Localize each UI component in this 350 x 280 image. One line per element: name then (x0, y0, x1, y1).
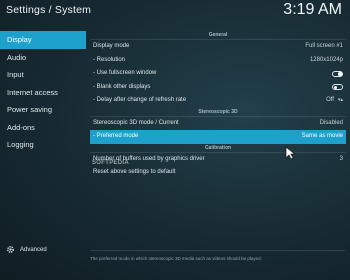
setting-preferred-mode[interactable]: - Preferred mode Same as movie (90, 130, 346, 144)
setting-label: - Blank other displays (93, 83, 151, 90)
help-text: The preferred mode in which stereoscopic… (90, 250, 346, 261)
setting-label: Reset above settings to default (93, 169, 176, 175)
sidebar-item-display[interactable]: Display (0, 31, 86, 49)
section-header-stereoscopic: Stereoscopic 3D (90, 108, 346, 117)
sidebar-item-audio[interactable]: Audio (0, 49, 86, 67)
mouse-cursor-icon (285, 146, 297, 160)
setting-refresh-delay[interactable]: - Delay after change of refresh rate Off… (90, 94, 346, 108)
setting-label: Display mode (93, 43, 130, 49)
setting-label: - Use fullscreen window (93, 70, 157, 76)
setting-blank-displays[interactable]: - Blank other displays (90, 81, 346, 95)
setting-label: Stereoscopic 3D mode / Current (93, 119, 179, 126)
settings-list: General Display mode Full screen #1 - Re… (90, 31, 346, 180)
spinner-arrows-icon[interactable]: ▾▴ (338, 94, 343, 108)
setting-display-mode[interactable]: Display mode Full screen #1 (90, 40, 346, 54)
sidebar-item-internet-access[interactable]: Internet access (0, 84, 86, 102)
page-title: Settings / System (6, 4, 92, 16)
section-header-calibration: Calibration (90, 144, 346, 153)
gear-icon (7, 246, 14, 253)
setting-value: Off (326, 97, 334, 103)
advanced-label: Advanced (20, 246, 47, 253)
setting-label: - Resolution (93, 56, 126, 63)
setting-resolution[interactable]: - Resolution 1280x1024p (90, 54, 346, 68)
setting-label: - Delay after change of refresh rate (93, 97, 187, 103)
toggle-switch-off[interactable] (332, 84, 343, 91)
setting-value: Full screen #1 (305, 43, 343, 49)
advanced-button[interactable]: Advanced (6, 245, 47, 254)
setting-fullscreen-window[interactable]: - Use fullscreen window (90, 67, 346, 81)
setting-value: Disabled (319, 119, 343, 126)
sidebar: Display Audio Input Internet access Powe… (0, 31, 86, 154)
sidebar-item-logging[interactable]: Logging (0, 136, 86, 154)
setting-label: - Preferred mode (93, 133, 139, 139)
sidebar-item-input[interactable]: Input (0, 66, 86, 84)
setting-stereoscopic-mode[interactable]: Stereoscopic 3D mode / Current Disabled (90, 117, 346, 131)
toggle-switch-on[interactable] (332, 70, 343, 77)
watermark: SOFTPEDIA (92, 160, 130, 166)
setting-reset-defaults[interactable]: Reset above settings to default (90, 166, 346, 180)
sidebar-item-power-saving[interactable]: Power saving (0, 101, 86, 119)
clock: 3:19 AM (283, 1, 342, 18)
setting-value: 3 (339, 155, 343, 162)
section-header-general: General (90, 31, 346, 40)
sidebar-item-add-ons[interactable]: Add-ons (0, 119, 86, 137)
setting-value: 1280x1024p (309, 56, 343, 63)
setting-value: Same as movie (301, 133, 343, 139)
